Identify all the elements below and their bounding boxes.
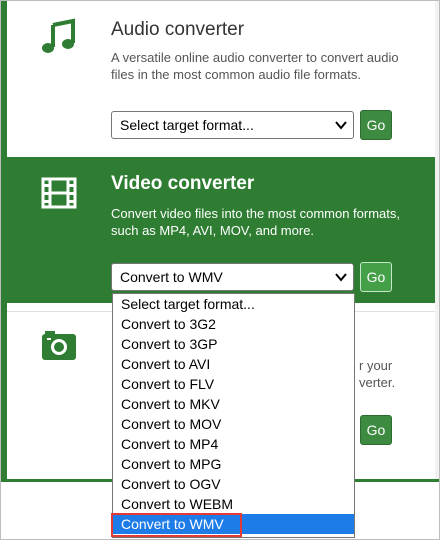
dropdown-option[interactable]: Convert to WEBM — [113, 494, 354, 514]
dropdown-option[interactable]: Select target format... — [113, 294, 354, 314]
chevron-down-icon — [335, 273, 347, 282]
video-format-dropdown-list[interactable]: Select target format... Convert to 3G2 C… — [112, 293, 355, 538]
video-converter-title: Video converter — [111, 173, 255, 194]
audio-format-select[interactable]: Select target format... — [111, 111, 354, 139]
camera-icon — [42, 331, 76, 360]
video-converter-description: Convert video files into the most common… — [111, 206, 401, 238]
audio-format-select-value: Select target format... — [120, 117, 254, 133]
dropdown-option[interactable]: Convert to MKV — [113, 394, 354, 414]
video-converter-card: Video converter Convert video files into… — [7, 157, 435, 303]
dropdown-option[interactable]: Convert to FLV — [113, 374, 354, 394]
film-icon — [41, 177, 77, 209]
video-go-button[interactable]: Go — [360, 262, 392, 292]
image-go-button[interactable]: Go — [360, 415, 392, 445]
video-format-select[interactable]: Convert to WMV — [111, 263, 354, 291]
audio-converter-description: A versatile online audio converter to co… — [111, 50, 399, 82]
dropdown-option-selected[interactable]: Convert to WMV — [113, 514, 354, 534]
audio-go-button[interactable]: Go — [360, 110, 392, 140]
chevron-down-icon — [335, 121, 347, 130]
dropdown-option[interactable]: Convert to MP4 — [113, 434, 354, 454]
dropdown-option[interactable]: Convert to MPG — [113, 454, 354, 474]
audio-converter-title: Audio converter — [111, 19, 245, 40]
image-converter-description-partial-2: verter. — [359, 375, 396, 390]
dropdown-option[interactable]: Convert to 3GP — [113, 334, 354, 354]
video-format-select-value: Convert to WMV — [120, 269, 223, 285]
dropdown-option[interactable]: Convert to AVI — [113, 354, 354, 374]
audio-converter-card: Audio converter A versatile online audio… — [7, 1, 435, 153]
dropdown-option[interactable]: Convert to OGV — [113, 474, 354, 494]
music-note-icon — [42, 18, 75, 53]
image-converter-description-partial-1: r your — [359, 358, 393, 373]
dropdown-option[interactable]: Convert to 3G2 — [113, 314, 354, 334]
right-gutter — [435, 1, 439, 479]
converter-panel: Audio converter A versatile online audio… — [0, 0, 440, 540]
dropdown-option[interactable]: Convert to MOV — [113, 414, 354, 434]
